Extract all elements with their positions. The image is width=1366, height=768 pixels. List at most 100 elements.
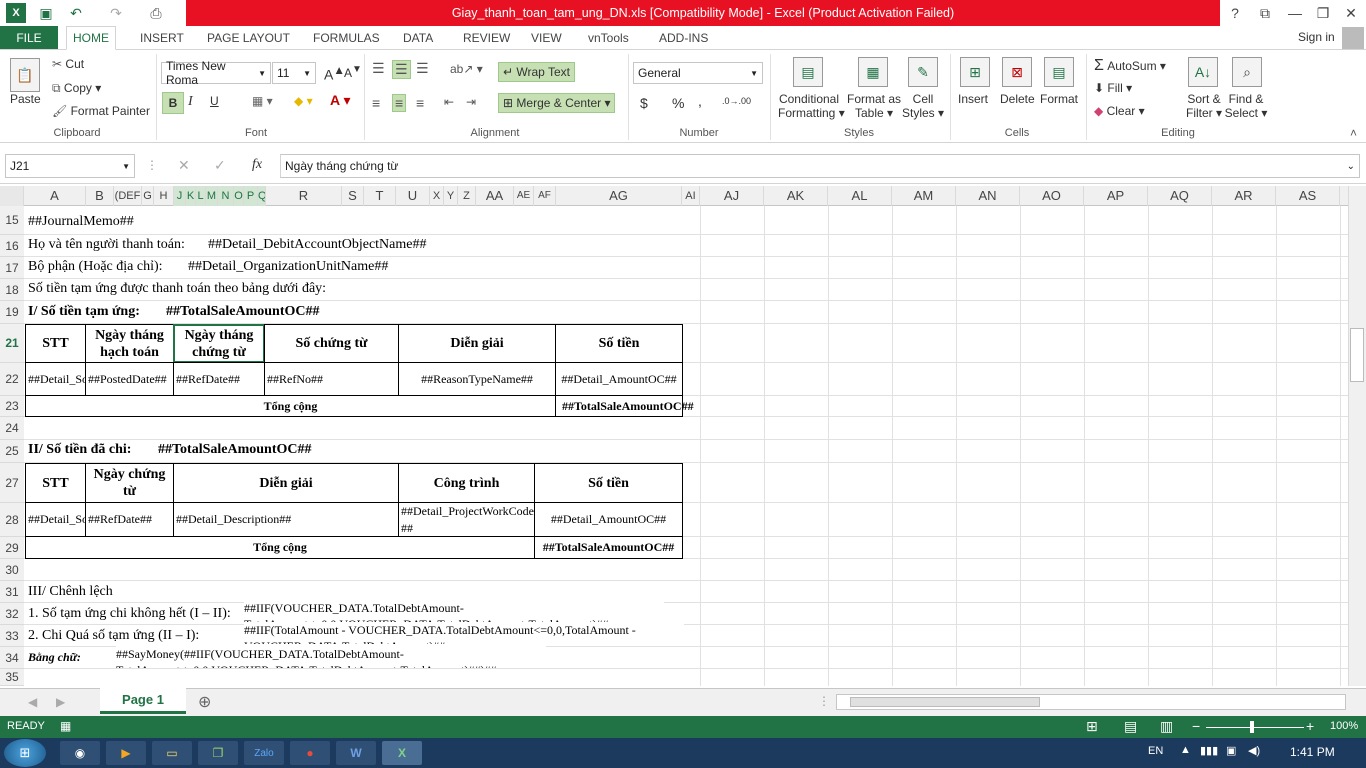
undo-icon[interactable]: ↶: [66, 3, 86, 23]
vertical-scroll-thumb[interactable]: [1350, 328, 1364, 382]
macro-record-icon[interactable]: ▦: [60, 719, 71, 733]
align-right-icon[interactable]: ≡: [416, 95, 424, 111]
tab-add-ins[interactable]: ADD-INS: [653, 26, 714, 50]
table1-total-amount[interactable]: ##TotalSaleAmountOC##: [555, 395, 694, 417]
row-header[interactable]: 22: [0, 363, 24, 396]
column-header[interactable]: U: [396, 186, 430, 206]
table2-cell-amount[interactable]: ##Detail_AmountOC##: [534, 502, 683, 537]
horizontal-scroll-thumb[interactable]: [850, 697, 1040, 707]
autosum-button[interactable]: Σ AutoSum ▾: [1094, 57, 1166, 75]
row-header[interactable]: 15: [0, 206, 24, 235]
cell-in-words-formula[interactable]: ##SayMoney(##IIF(VOUCHER_DATA.TotalDebtA…: [116, 646, 546, 668]
row-header[interactable]: 31: [0, 581, 24, 603]
table1-cell-reason[interactable]: ##ReasonTypeName##: [398, 362, 556, 396]
signal-icon[interactable]: ▮▮▮: [1200, 744, 1218, 757]
cancel-icon[interactable]: ✕: [178, 157, 190, 174]
column-header[interactable]: G: [142, 186, 154, 206]
row-header[interactable]: 34: [0, 647, 24, 669]
percent-button[interactable]: %: [672, 95, 684, 111]
conditional-formatting-icon[interactable]: ▤: [793, 57, 823, 87]
formula-input[interactable]: Ngày tháng chứng từ ⌄: [280, 154, 1360, 178]
row-header[interactable]: 24: [0, 417, 24, 440]
column-header[interactable]: AE: [514, 186, 534, 206]
column-header[interactable]: AM: [892, 186, 956, 206]
column-header[interactable]: X: [430, 186, 444, 206]
column-header[interactable]: N: [218, 186, 234, 206]
delete-cells-button[interactable]: Delete: [1000, 92, 1035, 106]
column-header[interactable]: AP: [1084, 186, 1148, 206]
delete-cells-icon[interactable]: ⊠: [1002, 57, 1032, 87]
zoom-slider-thumb[interactable]: [1250, 721, 1254, 733]
bold-button[interactable]: B: [162, 92, 184, 114]
save-icon[interactable]: ▣: [36, 3, 56, 23]
excel-taskbar-icon[interactable]: X: [382, 741, 422, 765]
zoom-in-icon[interactable]: +: [1306, 718, 1314, 734]
column-header[interactable]: AL: [828, 186, 892, 206]
column-header[interactable]: O: [234, 186, 244, 206]
page-layout-view-icon[interactable]: ▤: [1124, 718, 1137, 735]
fill-button[interactable]: ⬇ Fill ▾: [1094, 81, 1132, 95]
word-icon[interactable]: W: [336, 741, 376, 765]
column-header[interactable]: AS: [1276, 186, 1340, 206]
align-middle-icon[interactable]: ☰: [392, 60, 411, 79]
collapse-ribbon-icon[interactable]: ˄: [1350, 126, 1357, 140]
cell-unspent-formula[interactable]: ##IIF(VOUCHER_DATA.TotalDebtAmount-Total…: [244, 600, 664, 622]
minimize-icon[interactable]: —: [1280, 0, 1310, 26]
worksheet-grid[interactable]: ##JournalMemo## Họ và tên người thanh to…: [24, 206, 1348, 686]
font-color-icon[interactable]: A ▾: [330, 92, 351, 109]
table2-total-amount[interactable]: ##TotalSaleAmountOC##: [534, 536, 683, 559]
wrap-text-button[interactable]: ↵ Wrap Text: [498, 62, 575, 82]
merge-center-button[interactable]: ⊞ Merge & Center ▾: [498, 93, 616, 113]
table2-header-description[interactable]: Diễn giải: [173, 463, 399, 503]
format-cells-icon[interactable]: ▤: [1044, 57, 1074, 87]
conditional-formatting-button[interactable]: ConditionalFormatting ▾: [778, 92, 845, 120]
column-header[interactable]: AN: [956, 186, 1020, 206]
row-header[interactable]: 18: [0, 279, 24, 301]
column-header[interactable]: A: [24, 186, 86, 206]
decrease-indent-icon[interactable]: ⇤: [444, 95, 454, 109]
zoom-level[interactable]: 100%: [1330, 720, 1358, 732]
cell-section-1-label[interactable]: I/ Số tiền tạm ứng:: [28, 304, 140, 320]
align-center-icon[interactable]: ≡: [392, 94, 407, 112]
column-header[interactable]: Q: [258, 186, 266, 206]
cell-styles-icon[interactable]: ✎: [908, 57, 938, 87]
table2-cell-project[interactable]: ##Detail_ProjectWorkCode##: [398, 502, 535, 537]
redo-icon[interactable]: ↷: [106, 3, 126, 23]
column-header[interactable]: L: [196, 186, 206, 206]
table1-cell-ref-date[interactable]: ##RefDate##: [173, 362, 265, 396]
shrink-font-icon[interactable]: A▼: [344, 64, 362, 80]
column-header[interactable]: S: [342, 186, 364, 206]
vertical-scrollbar[interactable]: [1348, 186, 1366, 686]
cell-payer-label[interactable]: Họ và tên người thanh toán:: [28, 237, 185, 253]
column-header[interactable]: K: [186, 186, 196, 206]
table1-header-posted-date[interactable]: Ngày tháng hạch toán: [85, 324, 174, 363]
cell-unspent-label[interactable]: 1. Số tạm ứng chi không hết (I – II):: [28, 606, 231, 622]
media-player-icon[interactable]: ▶: [106, 741, 146, 765]
format-as-table-button[interactable]: Format as Table ▾: [846, 92, 902, 120]
print-preview-icon[interactable]: ⎙: [146, 3, 166, 23]
clipboard-tray-icon[interactable]: ▣: [1226, 744, 1236, 757]
format-painter-button[interactable]: 🖌 Format Painter: [52, 104, 150, 118]
table2-cell-sort-order[interactable]: ##Detail_SortOrder: [25, 502, 86, 537]
cell-section-2-label[interactable]: II/ Số tiền đã chi:: [28, 442, 131, 458]
zoom-slider[interactable]: [1206, 727, 1304, 728]
column-header[interactable]: J: [174, 186, 186, 206]
increase-indent-icon[interactable]: ⇥: [466, 95, 476, 109]
tab-view[interactable]: VIEW: [525, 26, 568, 50]
add-sheet-icon[interactable]: ⊕: [198, 692, 211, 712]
table1-cell-sort-order[interactable]: ##Detail_SortOrder: [25, 362, 86, 396]
paste-icon[interactable]: 📋: [10, 58, 40, 92]
files-icon[interactable]: ❐: [198, 741, 238, 765]
font-size-select[interactable]: 11 ▼: [272, 62, 316, 84]
row-header[interactable]: 25: [0, 440, 24, 463]
cell-styles-button[interactable]: Cell Styles ▾: [902, 92, 944, 120]
font-name-select[interactable]: Times New Roma ▼: [161, 59, 271, 87]
table1-header-amount[interactable]: Số tiền: [555, 324, 683, 363]
row-header[interactable]: 32: [0, 603, 24, 625]
italic-button[interactable]: I: [188, 94, 193, 110]
align-bottom-icon[interactable]: ☰: [416, 60, 429, 77]
folder-icon[interactable]: ▭: [152, 741, 192, 765]
column-header[interactable]: AG: [556, 186, 682, 206]
page-break-view-icon[interactable]: ▥: [1160, 718, 1173, 735]
column-header[interactable]: (DEF: [114, 186, 142, 206]
